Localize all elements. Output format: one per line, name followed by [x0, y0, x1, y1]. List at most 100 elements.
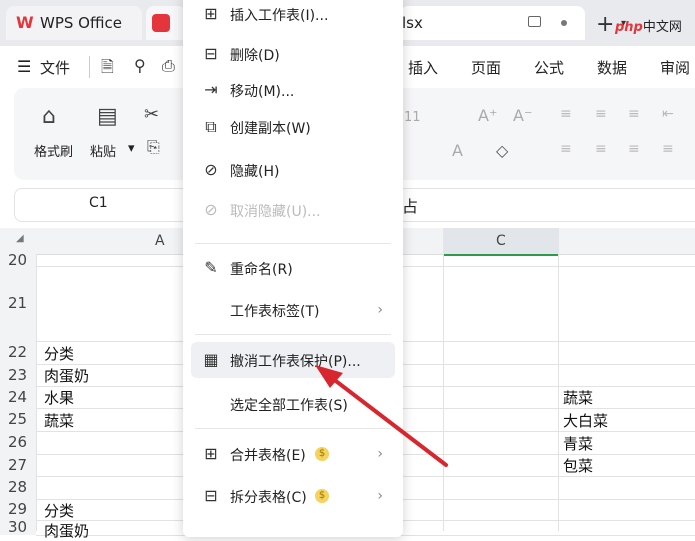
eye-off-icon: ⊘ [204, 160, 218, 179]
eraser-icon[interactable]: ◇ [496, 141, 508, 160]
row-header[interactable]: 26 [0, 431, 36, 454]
tab-wps-label: WPS Office [40, 14, 122, 32]
menu-item-unhide[interactable]: ⊘ 取消隐藏(U)... [183, 192, 403, 228]
menu-item-tab-color[interactable]: 工作表标签(T) › [183, 292, 403, 328]
wps-logo-icon: W [16, 13, 34, 32]
row-header[interactable]: 22 [0, 341, 36, 364]
merge-table-icon: ⊞ [204, 444, 218, 463]
eye-off-disabled-icon: ⊘ [204, 200, 218, 219]
menu-insert[interactable]: 插入 [408, 57, 438, 78]
align-right-icon[interactable]: ≡ [628, 141, 640, 157]
menu-file[interactable]: 文件 [40, 57, 70, 78]
menu-divider [195, 243, 391, 244]
column-header-a[interactable]: A [155, 233, 165, 249]
chevron-right-icon: › [377, 488, 383, 504]
align-center-icon[interactable]: ≡ [595, 141, 607, 157]
menu-item-copy[interactable]: ⧉ 创建副本(W) [183, 109, 403, 145]
row-header[interactable]: 28 [0, 476, 36, 499]
print-icon[interactable]: ⎙ [162, 56, 175, 76]
align-bottom-icon[interactable]: ≡ [628, 106, 640, 122]
cell-a[interactable]: 分类 [44, 500, 74, 521]
tab-file-name: lsx [402, 14, 423, 32]
cut-icon[interactable]: ✂ [144, 104, 159, 125]
tab-document[interactable] [146, 6, 186, 40]
format-painter-label[interactable]: 格式刷 [34, 141, 73, 160]
unprotect-sheet-icon: ▦ [203, 350, 219, 369]
row-header[interactable]: 23 [0, 364, 36, 386]
menu-divider [195, 428, 391, 429]
column-gridline [558, 254, 559, 531]
row-header[interactable]: 21 [0, 266, 36, 341]
menu-item-select-all[interactable]: 选定全部工作表(S) [183, 386, 403, 422]
column-gridline [443, 254, 444, 531]
watermark: php中文网 [615, 20, 682, 35]
format-painter-icon[interactable]: ⌂ [42, 104, 56, 129]
paste-icon[interactable]: ▤ [97, 104, 118, 129]
menu-item-unprotect[interactable]: ▦ 撤消工作表保护(P)... [191, 342, 395, 378]
coin-icon: $ [315, 447, 329, 461]
justify-icon[interactable]: ≡ [662, 141, 674, 157]
cell-a[interactable]: 水果 [44, 387, 74, 408]
font-grow-icon[interactable]: A⁺ [478, 106, 497, 125]
new-tab-icon[interactable]: + [596, 12, 614, 37]
menu-data[interactable]: 数据 [597, 57, 627, 78]
cell-d[interactable]: 大白菜 [563, 410, 608, 431]
unsaved-dot-icon[interactable] [561, 20, 567, 26]
menu-divider [195, 334, 391, 335]
menu-formula[interactable]: 公式 [534, 57, 564, 78]
chevron-right-icon: › [377, 302, 383, 318]
chevron-right-icon: › [377, 446, 383, 462]
menu-icon[interactable]: ☰ [17, 57, 31, 76]
row-header[interactable]: 27 [0, 454, 36, 476]
paste-dropdown-icon[interactable]: ▾ [128, 141, 135, 156]
row-header[interactable]: 24 [0, 386, 36, 408]
save-icon[interactable]: 🗎 [101, 56, 114, 83]
rename-icon: ✎ [204, 258, 218, 277]
menu-item-rename[interactable]: ✎ 重命名(R) [183, 250, 403, 286]
menu-page[interactable]: 页面 [471, 57, 501, 78]
align-middle-icon[interactable]: ≡ [595, 106, 607, 122]
cell-a[interactable]: 肉蛋奶 [44, 365, 89, 386]
select-all-icon[interactable]: ◢ [16, 233, 24, 244]
formula-input[interactable]: 占 [402, 193, 418, 217]
tab-wps-office[interactable]: W WPS Office [6, 6, 142, 40]
cell-d[interactable]: 蔬菜 [563, 387, 593, 408]
cell-a[interactable]: 分类 [44, 343, 74, 364]
font-size-value[interactable]: 11 [404, 110, 421, 125]
align-top-icon[interactable]: ≡ [560, 106, 572, 122]
cell-d[interactable]: 青菜 [563, 433, 593, 454]
font-color-icon[interactable]: A [452, 141, 463, 160]
menu-item-delete[interactable]: ⊟ 删除(D) [183, 36, 403, 72]
name-box[interactable]: C1 [89, 195, 108, 211]
font-shrink-icon[interactable]: A⁻ [513, 106, 532, 125]
cell-a[interactable]: 蔬菜 [44, 410, 74, 431]
menu-item-split[interactable]: ⊟ 拆分表格(C) $ › [183, 478, 403, 514]
menu-item-hide[interactable]: ⊘ 隐藏(H) [183, 152, 403, 188]
row-header[interactable]: 25 [0, 408, 36, 431]
insert-sheet-icon: ⊞ [204, 4, 218, 23]
copy-icon[interactable]: ⎘ [147, 137, 160, 157]
menu-item-merge[interactable]: ⊞ 合并表格(E) $ › [183, 436, 403, 472]
menu-review[interactable]: 审阅 [660, 57, 690, 78]
tab-spreadsheet[interactable]: lsx [400, 6, 585, 40]
column-gridline [36, 254, 37, 531]
paste-label[interactable]: 粘贴 [90, 141, 116, 160]
divider [89, 56, 90, 78]
row-header[interactable]: 30 [0, 520, 36, 535]
window-icon[interactable] [528, 16, 541, 27]
menu-item-move[interactable]: ⇥ 移动(M)... [183, 72, 403, 108]
cell-d[interactable]: 包菜 [563, 455, 593, 476]
row-header[interactable]: 29 [0, 499, 36, 520]
indent-icon[interactable]: ⇤ [662, 106, 674, 122]
copy-sheet-icon: ⧉ [205, 117, 217, 136]
sheet-context-menu: ⊞ 插入工作表(I)... ⊟ 删除(D) ⇥ 移动(M)... ⧉ 创建副本(… [183, 0, 403, 537]
split-table-icon: ⊟ [204, 486, 218, 505]
column-header-c[interactable]: C [496, 233, 506, 249]
align-left-icon[interactable]: ≡ [560, 141, 572, 157]
delete-sheet-icon: ⊟ [204, 44, 218, 63]
coin-icon: $ [315, 489, 329, 503]
move-sheet-icon: ⇥ [204, 80, 218, 99]
share-icon[interactable]: ⚲ [134, 56, 146, 75]
menu-item-insert[interactable]: ⊞ 插入工作表(I)... [183, 0, 403, 32]
row-header[interactable]: 20 [0, 253, 36, 268]
